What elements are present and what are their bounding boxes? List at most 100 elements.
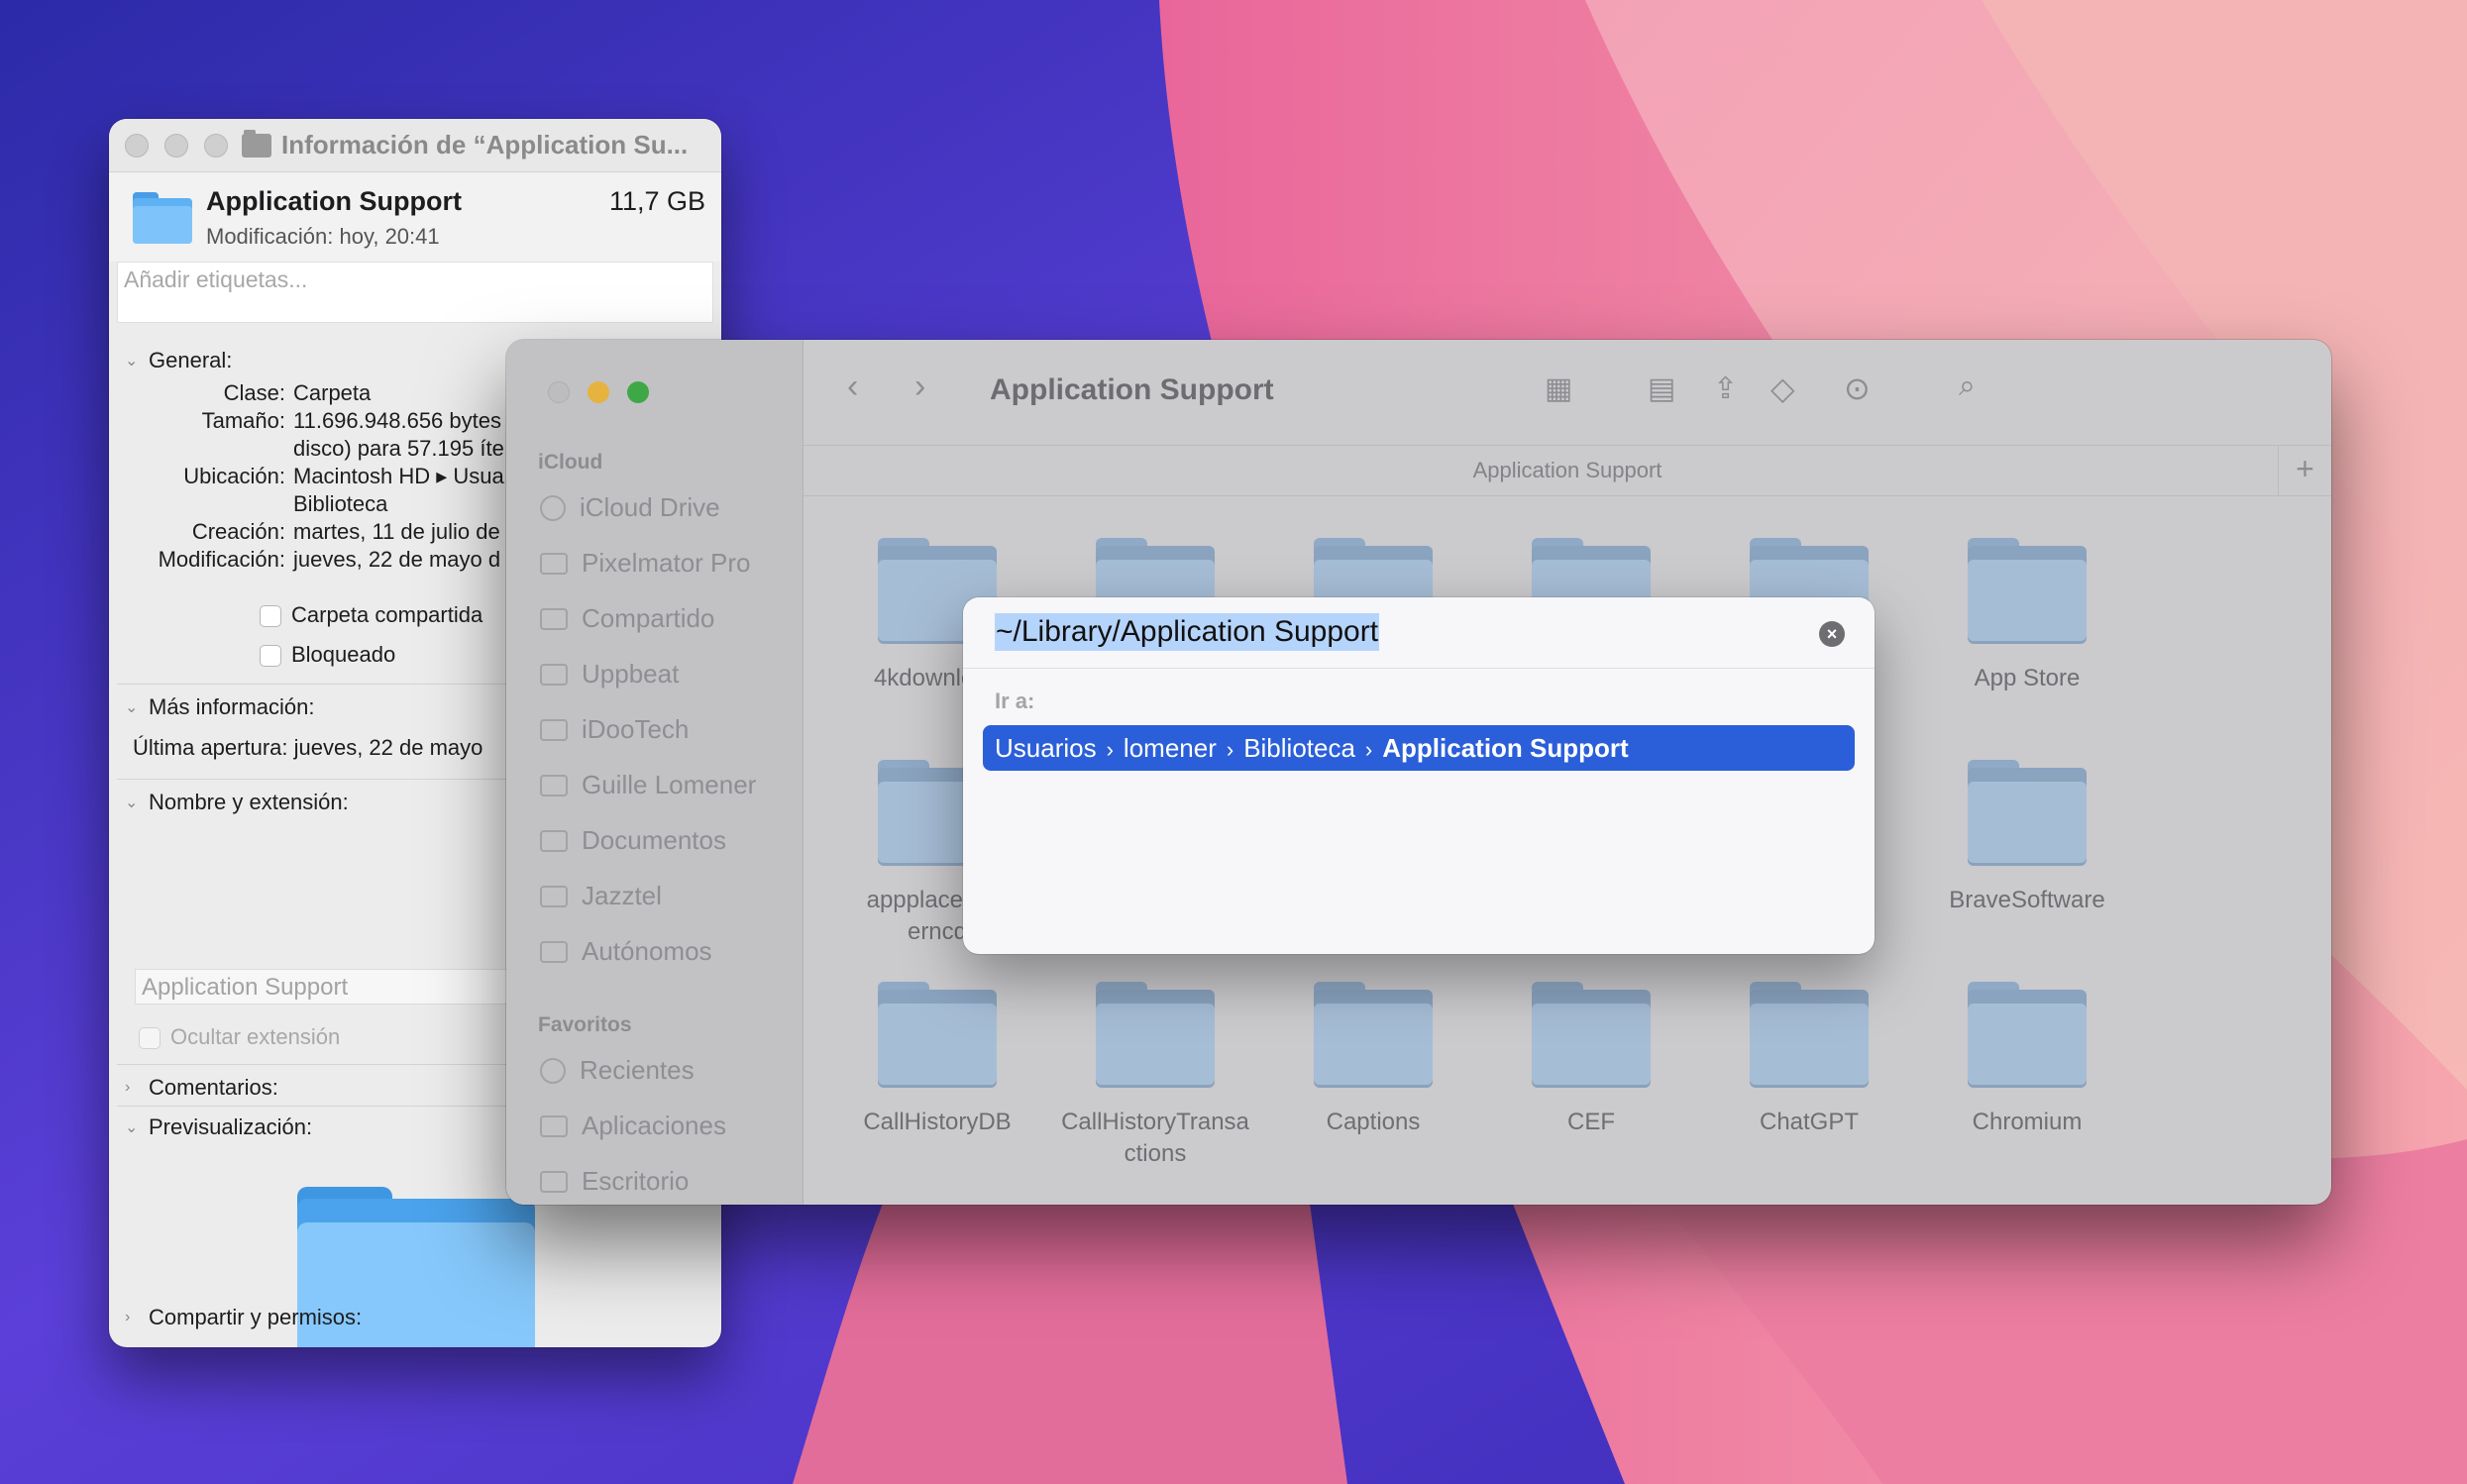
path-suggestion[interactable]: Usuarios › lomener › Biblioteca › Application … bbox=[983, 725, 1855, 771]
window-controls bbox=[548, 381, 667, 403]
where-label: Ubicación: bbox=[183, 464, 285, 488]
folder-label: ChatGPT bbox=[1759, 1109, 1860, 1135]
folder-item[interactable]: ChatGPT bbox=[1705, 982, 1913, 1138]
shared-folder-checkbox[interactable]: Carpeta compartida bbox=[260, 602, 483, 628]
locked-checkbox[interactable]: Bloqueado bbox=[260, 642, 395, 668]
info-window-title: Información de “Application Su... bbox=[242, 129, 689, 160]
sidebar-header-icloud: iCloud bbox=[538, 451, 603, 474]
folder-icon bbox=[878, 982, 997, 1085]
hide-extension-checkbox[interactable]: Ocultar extensión bbox=[139, 1024, 340, 1050]
go-to-input[interactable]: ~/Library/Application Support × bbox=[963, 597, 1875, 669]
share-icon[interactable]: ⇪ bbox=[1713, 371, 1738, 406]
folder-icon bbox=[242, 129, 271, 158]
view-grid-icon[interactable]: ▦ bbox=[1545, 371, 1572, 406]
sidebar-item-shared[interactable]: Compartido bbox=[540, 603, 714, 634]
sidebar-item-recents[interactable]: Recientes bbox=[540, 1055, 695, 1086]
tag-icon[interactable]: ◇ bbox=[1770, 370, 1795, 407]
more-options-icon[interactable]: ⊙ bbox=[1844, 370, 1871, 407]
zoom-button[interactable] bbox=[627, 381, 649, 403]
last-opened: Última apertura: jueves, 22 de mayo bbox=[133, 735, 483, 760]
folder-item[interactable]: Captions bbox=[1269, 982, 1477, 1138]
clear-icon[interactable]: × bbox=[1819, 621, 1845, 647]
checkbox[interactable] bbox=[139, 1027, 161, 1050]
modified-label: Modificación: bbox=[158, 547, 285, 572]
sidebar-item-label: Documentos bbox=[582, 825, 726, 855]
chevron-right-icon: › bbox=[125, 1309, 131, 1325]
folder-icon bbox=[1314, 982, 1433, 1085]
chevron-down-icon: ⌄ bbox=[125, 1119, 139, 1136]
search-icon[interactable]: ⌕ bbox=[1959, 370, 1976, 403]
applications-icon bbox=[540, 1114, 568, 1137]
folder-item[interactable]: CallHistoryDB bbox=[833, 982, 1041, 1138]
section-comments-label: Comentarios: bbox=[149, 1075, 278, 1100]
tags-field[interactable]: Añadir etiquetas... bbox=[117, 262, 713, 323]
sidebar-item-label: Pixelmator Pro bbox=[582, 548, 751, 578]
kind-label: Clase: bbox=[223, 380, 285, 405]
section-sharing[interactable]: › Compartir y permisos: bbox=[109, 1298, 362, 1337]
folder-label: Captions bbox=[1326, 1109, 1421, 1135]
checkbox[interactable] bbox=[260, 645, 281, 668]
group-icon[interactable]: ▤ bbox=[1648, 371, 1675, 406]
section-preview[interactable]: ⌄ Previsualización: bbox=[109, 1108, 312, 1147]
sidebar-item-icloud-drive[interactable]: iCloud Drive bbox=[540, 492, 720, 523]
sidebar-item-jazztel[interactable]: Jazztel bbox=[540, 881, 662, 911]
folder-icon bbox=[1750, 982, 1869, 1085]
folder-icon bbox=[1096, 982, 1215, 1085]
folder-item[interactable]: CEF bbox=[1487, 982, 1695, 1138]
section-name-extension[interactable]: ⌄ Nombre y extensión: bbox=[109, 783, 349, 822]
sidebar-item-label: Jazztel bbox=[582, 881, 662, 910]
item-modified: Modificación: hoy, 20:41 bbox=[206, 224, 440, 249]
sidebar-item-desktop[interactable]: Escritorio bbox=[540, 1166, 689, 1197]
folder-item[interactable]: BraveSoftware bbox=[1923, 760, 2131, 916]
sidebar-item-label: Uppbeat bbox=[582, 659, 680, 689]
folder-item[interactable]: Chromium bbox=[1923, 982, 2131, 1138]
go-to-label: Ir a: bbox=[995, 689, 1035, 713]
minimize-button[interactable] bbox=[588, 381, 609, 403]
folder-icon bbox=[133, 192, 192, 244]
section-comments[interactable]: › Comentarios: bbox=[109, 1068, 278, 1108]
folder-item[interactable]: App Store bbox=[1923, 538, 2131, 694]
go-to-input-value[interactable]: ~/Library/Application Support bbox=[995, 613, 1380, 651]
sidebar-item-uppbeat[interactable]: Uppbeat bbox=[540, 659, 679, 689]
folder-icon bbox=[1968, 760, 2087, 863]
sidebar-item-autonomos[interactable]: Autónomos bbox=[540, 936, 712, 967]
new-tab-button[interactable]: + bbox=[2278, 445, 2331, 496]
sidebar-item-pixelmator[interactable]: Pixelmator Pro bbox=[540, 548, 751, 579]
chevron-down-icon: ⌄ bbox=[125, 795, 139, 811]
sidebar-item-label: iCloud Drive bbox=[580, 492, 720, 522]
folder-label: Chromium bbox=[1972, 1109, 2083, 1135]
folder-item[interactable]: CallHistoryTransactions bbox=[1051, 982, 1259, 1170]
back-icon[interactable]: ‹ bbox=[847, 368, 858, 406]
close-button[interactable] bbox=[125, 133, 149, 158]
size-value-line2: disco) para 57.195 íte bbox=[293, 436, 504, 461]
info-header: Application Support Modificación: hoy, 2… bbox=[109, 172, 721, 262]
section-name-extension-label: Nombre y extensión: bbox=[149, 790, 349, 814]
folder-icon bbox=[540, 940, 568, 963]
shared-folder-icon bbox=[540, 607, 568, 630]
path-segment: lomener bbox=[1123, 733, 1217, 763]
finder-toolbar: ‹ › Application Support ▦ ▤ ⇪ ◇ ⊙ ⌕ bbox=[804, 340, 2331, 445]
checkbox[interactable] bbox=[260, 605, 281, 628]
sidebar-item-applications[interactable]: Aplicaciones bbox=[540, 1111, 726, 1141]
folder-label: BraveSoftware bbox=[1949, 887, 2105, 913]
desktop-icon bbox=[540, 1170, 568, 1193]
section-general-label: General: bbox=[149, 348, 233, 372]
forward-icon[interactable]: › bbox=[914, 368, 925, 406]
folder-icon bbox=[1532, 982, 1651, 1085]
minimize-button[interactable] bbox=[164, 133, 188, 158]
where-value: Macintosh HD ▸ Usua bbox=[293, 464, 504, 488]
go-to-folder-dialog: ~/Library/Application Support × Ir a: Us… bbox=[963, 597, 1875, 954]
locked-label: Bloqueado bbox=[291, 642, 396, 667]
folder-icon bbox=[540, 885, 568, 907]
sidebar-item-label: Autónomos bbox=[582, 936, 712, 966]
zoom-button[interactable] bbox=[204, 133, 228, 158]
info-title-text: Información de “Application Su... bbox=[281, 130, 689, 159]
sidebar-item-idootech[interactable]: iDooTech bbox=[540, 714, 689, 745]
section-more-info[interactable]: ⌄ Más información: bbox=[109, 688, 315, 727]
sidebar-item-guille[interactable]: Guille Lomener bbox=[540, 770, 756, 800]
hide-extension-label: Ocultar extensión bbox=[170, 1024, 341, 1049]
section-general[interactable]: ⌄ General: bbox=[109, 341, 232, 380]
sidebar-item-documentos[interactable]: Documentos bbox=[540, 825, 726, 856]
sidebar-item-label: Escritorio bbox=[582, 1166, 690, 1196]
close-button[interactable] bbox=[548, 381, 570, 403]
